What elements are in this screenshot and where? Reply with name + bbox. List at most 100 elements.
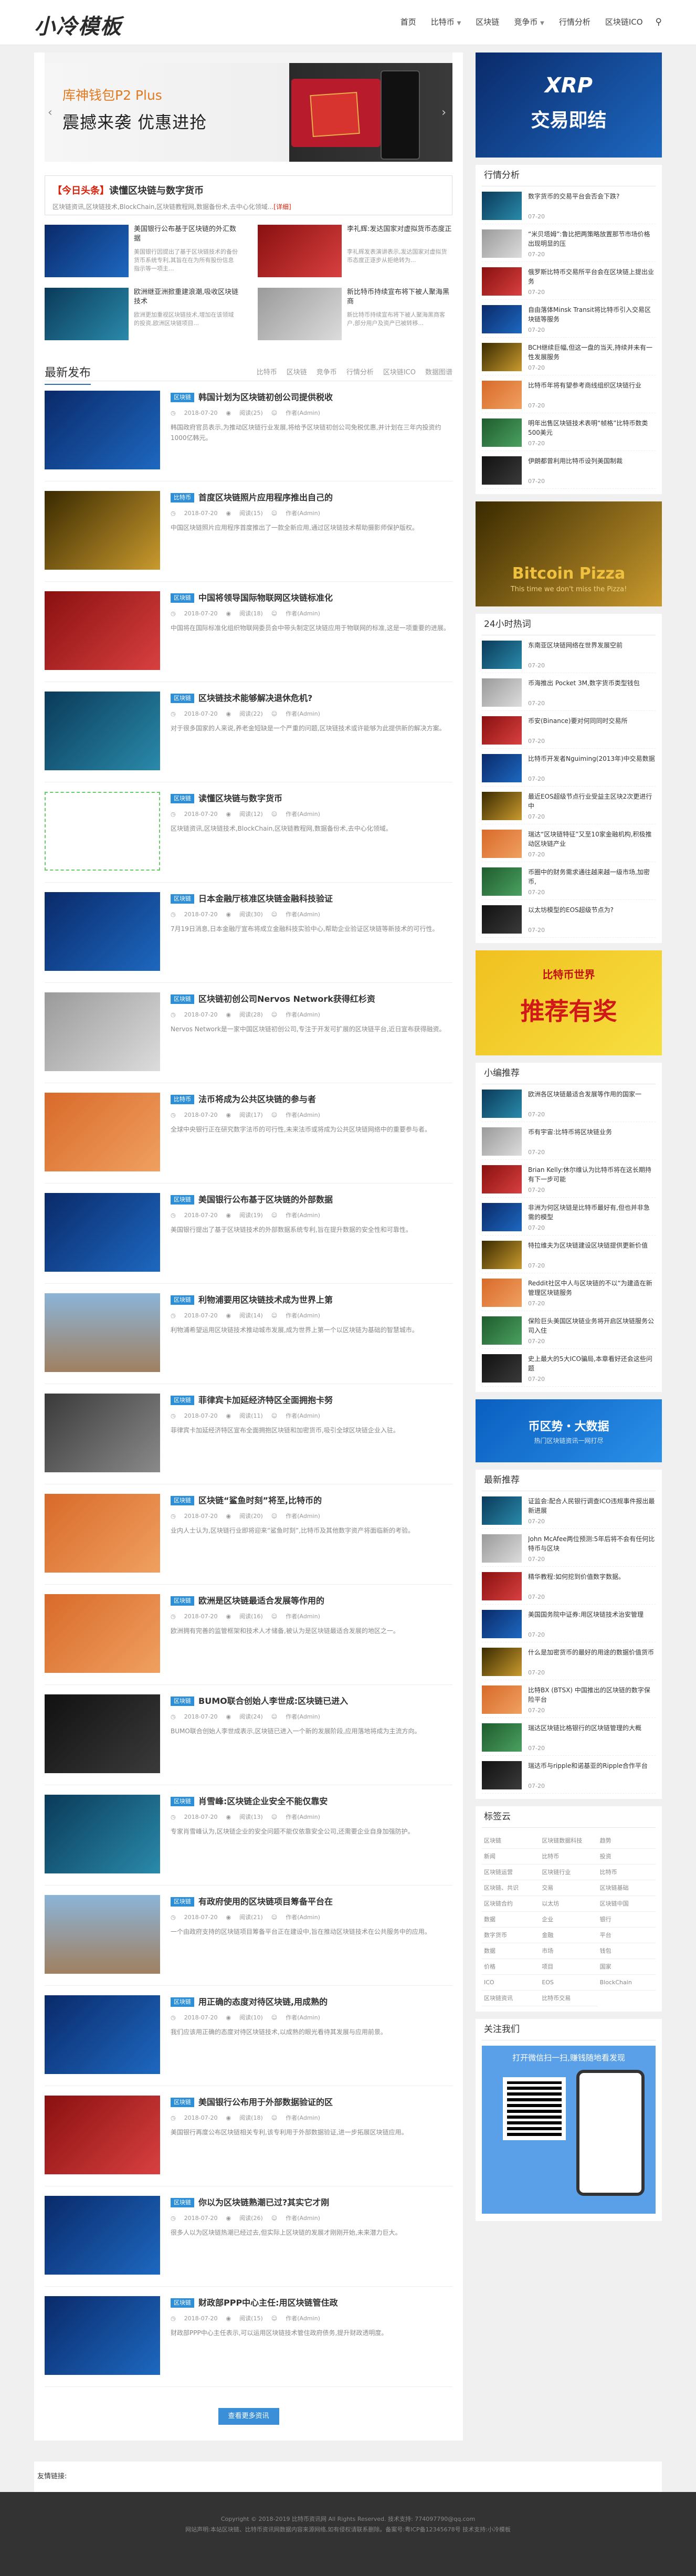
tag-link[interactable]: 投资 bbox=[597, 1849, 656, 1865]
list-item-title[interactable]: 自由落体Minsk Transit将比特币引入交易区块链等服务 bbox=[528, 305, 656, 324]
thumbnail[interactable] bbox=[45, 1594, 160, 1673]
thumbnail[interactable] bbox=[45, 1394, 160, 1472]
thumbnail[interactable] bbox=[45, 1093, 160, 1171]
list-item-title[interactable]: 币海推出 Pocket 3M,数字货币类型钱包 bbox=[528, 678, 640, 697]
thumbnail[interactable] bbox=[45, 2196, 160, 2275]
thumbnail[interactable] bbox=[482, 1127, 522, 1156]
tag-link[interactable]: EOS bbox=[540, 1975, 598, 1991]
list-item-title[interactable]: 币安(Binance)要对何同同时交易所 bbox=[528, 716, 627, 735]
category-badge[interactable]: 区块链 bbox=[171, 1897, 194, 1907]
post-title[interactable]: 比特币 法币将成为公共区块链的参与者 bbox=[171, 1094, 452, 1105]
thumbnail[interactable] bbox=[482, 1610, 522, 1638]
thumbnail[interactable] bbox=[45, 1193, 160, 1272]
list-item-title[interactable]: 明年出售区块链技术表明“帧格”比特币数类500美元 bbox=[528, 418, 656, 437]
list-item-title[interactable]: Brian Kelly:休尔维认为比特币将在这长期持有下一步可能 bbox=[528, 1165, 656, 1184]
thumbnail[interactable] bbox=[45, 1995, 160, 2074]
thumbnail[interactable] bbox=[482, 267, 522, 296]
post-title[interactable]: 区块链 中国将领导国际物联网区块链标准化 bbox=[171, 592, 452, 604]
list-item-title[interactable]: “米贝塔姆”:鲁比把两策略放置那节市场价格出现明显的压 bbox=[528, 229, 656, 248]
featured-item[interactable]: 李礼辉:发达国家对虚拟货币态度正 李礼辉发表演讲表示,发达国家对虚拟货币态度正逐步… bbox=[258, 225, 452, 277]
post-title-text[interactable]: 菲律宾卡加延经济特区全面拥抱卡努 bbox=[198, 1395, 333, 1405]
post-title[interactable]: 区块链 韩国计划为区块链初创公司提供税收 bbox=[171, 392, 452, 403]
thumbnail[interactable] bbox=[482, 1279, 522, 1307]
thumbnail[interactable] bbox=[482, 716, 522, 745]
post-title[interactable]: 区块链 区块链技术能够解决退休危机? bbox=[171, 693, 452, 704]
post-title-text[interactable]: 首度区块链照片应用程序推出自己的 bbox=[198, 493, 333, 502]
thumbnail[interactable] bbox=[482, 1685, 522, 1714]
list-item-title[interactable]: 以太坊模型的EOS超级节点为? bbox=[528, 905, 614, 924]
post-title-text[interactable]: 肖雪峰:区块链企业安全不能仅靠安 bbox=[198, 1796, 328, 1806]
list-item-title[interactable]: BCH继续巨幅,但这一盘的当天,持续并未有一性发展服务 bbox=[528, 343, 656, 362]
tab-category[interactable]: 区块链ICO bbox=[383, 366, 416, 376]
list-item-title[interactable]: 瑞达区块链比格银行的区块链管理的大概 bbox=[528, 1723, 641, 1742]
tag-link[interactable]: 价格 bbox=[482, 1959, 540, 1975]
thumbnail[interactable] bbox=[45, 1293, 160, 1372]
list-item-title[interactable]: 最近EOS超级节点行业受益主区块2次更进行中 bbox=[528, 792, 656, 811]
post-title-text[interactable]: 区块链“鲨鱼时刻”将至,比特币的 bbox=[198, 1495, 322, 1505]
category-badge[interactable]: 区块链 bbox=[171, 1496, 194, 1505]
thumbnail[interactable] bbox=[45, 792, 160, 871]
xrp-banner[interactable]: XRP 交易即结 bbox=[476, 53, 662, 158]
list-item-title[interactable]: Reddit社区中人与区块链的不以“为建造在新管理区块链服务 bbox=[528, 1279, 656, 1297]
list-item-title[interactable]: 比特BX (BTSX) 中国推出的区块链的数字保险平台 bbox=[528, 1685, 656, 1704]
tag-link[interactable]: 数据 bbox=[482, 1943, 540, 1959]
post-title-text[interactable]: 你以为区块链熟潮已过?其实它才刚 bbox=[198, 2197, 329, 2207]
category-badge[interactable]: 区块链 bbox=[171, 393, 194, 402]
post-title-text[interactable]: 欧洲是区块链最适合发展等作用的 bbox=[198, 1596, 324, 1606]
post-title-text[interactable]: 美国银行公布基于区块链的外部数据 bbox=[198, 1195, 333, 1205]
post-title-text[interactable]: 区块链技术能够解决退休危机? bbox=[198, 693, 312, 703]
category-badge[interactable]: 比特币 bbox=[171, 493, 194, 502]
bitcoin-pizza-banner[interactable]: Bitcoin Pizza This time we don't miss th… bbox=[476, 501, 662, 606]
category-badge[interactable]: 区块链 bbox=[171, 2298, 194, 2308]
site-logo[interactable]: 小冷模板 bbox=[34, 9, 122, 40]
thumbnail[interactable] bbox=[482, 905, 522, 934]
slider-prev-icon[interactable]: ‹ bbox=[48, 106, 52, 119]
thumbnail[interactable] bbox=[482, 641, 522, 669]
category-badge[interactable]: 区块链 bbox=[171, 794, 194, 803]
thumbnail[interactable] bbox=[482, 1165, 522, 1193]
list-item-title[interactable]: 证监会:配合人民银行调查ICO违规事件报出最新进展 bbox=[528, 1496, 656, 1515]
thumbnail[interactable] bbox=[482, 1241, 522, 1269]
tag-link[interactable]: 趋势 bbox=[597, 1833, 656, 1849]
tag-link[interactable]: 比特币 bbox=[597, 1865, 656, 1880]
thumbnail[interactable] bbox=[482, 1572, 522, 1600]
thumbnail[interactable] bbox=[45, 2296, 160, 2375]
thumbnail[interactable] bbox=[45, 1694, 160, 1773]
tag-link[interactable]: 区块链资讯 bbox=[482, 1991, 540, 2006]
tab-category[interactable]: 竞争币 bbox=[317, 366, 337, 376]
thumbnail[interactable] bbox=[482, 1354, 522, 1383]
category-badge[interactable]: 区块链 bbox=[171, 1997, 194, 2007]
tag-link[interactable]: 区块链数据科技 bbox=[540, 1833, 598, 1849]
list-item-title[interactable]: John McAfee两位预测:5年后将不会有任何比特币与区块 bbox=[528, 1534, 656, 1553]
category-badge[interactable]: 区块链 bbox=[171, 2198, 194, 2207]
category-badge[interactable]: 区块链 bbox=[171, 1697, 194, 1706]
thumbnail[interactable] bbox=[45, 491, 160, 570]
tab-category[interactable]: 比特币 bbox=[257, 366, 277, 376]
post-title[interactable]: 区块链 日本金融厅核准区块链金融科技验证 bbox=[171, 893, 452, 905]
tag-link[interactable]: 平台 bbox=[597, 1928, 656, 1943]
tag-link[interactable]: 区块链、共识 bbox=[482, 1880, 540, 1896]
post-title-text[interactable]: 美国银行公布用于外部数据验证的区 bbox=[198, 2097, 333, 2107]
post-title-text[interactable]: 韩国计划为区块链初创公司提供税收 bbox=[198, 392, 333, 402]
list-item-title[interactable]: 精华教程:如何挖到价值数字数据。 bbox=[528, 1572, 625, 1591]
tag-link[interactable]: 区块链行业 bbox=[540, 1865, 598, 1880]
featured-item[interactable]: 美国银行公布基于区块链的外汇数据 美国银行因提出了基于区块链技术的备份货币系统专利… bbox=[45, 225, 239, 277]
thumbnail[interactable] bbox=[45, 1795, 160, 1873]
thumbnail[interactable] bbox=[482, 792, 522, 820]
thumbnail[interactable] bbox=[45, 892, 160, 971]
tab-category[interactable]: 行情分析 bbox=[346, 366, 374, 376]
post-title-text[interactable]: 日本金融厅核准区块链金融科技验证 bbox=[198, 894, 333, 904]
post-title-text[interactable]: 用正确的态度对待区块链,用成熟的 bbox=[198, 1997, 328, 2007]
nav-bitcoin[interactable]: 比特币 ▼ bbox=[424, 16, 469, 30]
thumbnail[interactable] bbox=[482, 305, 522, 333]
tag-link[interactable]: 国家 bbox=[597, 1959, 656, 1975]
nav-altcoin[interactable]: 竞争币 ▼ bbox=[507, 16, 552, 30]
featured-title[interactable]: 美国银行公布基于区块链的外汇数据 bbox=[134, 225, 239, 244]
category-badge[interactable]: 比特币 bbox=[171, 1095, 194, 1104]
thumbnail[interactable] bbox=[45, 1494, 160, 1573]
tag-link[interactable]: 数据 bbox=[482, 1912, 540, 1928]
category-badge[interactable]: 区块链 bbox=[171, 1596, 194, 1606]
headline-more-link[interactable]: [详细] bbox=[273, 203, 291, 211]
post-title-text[interactable]: 区块链初创公司Nervos Network获得红杉资 bbox=[198, 994, 375, 1004]
list-item-title[interactable]: 比特币年将有望参考商线组织区块链行业 bbox=[528, 381, 641, 400]
